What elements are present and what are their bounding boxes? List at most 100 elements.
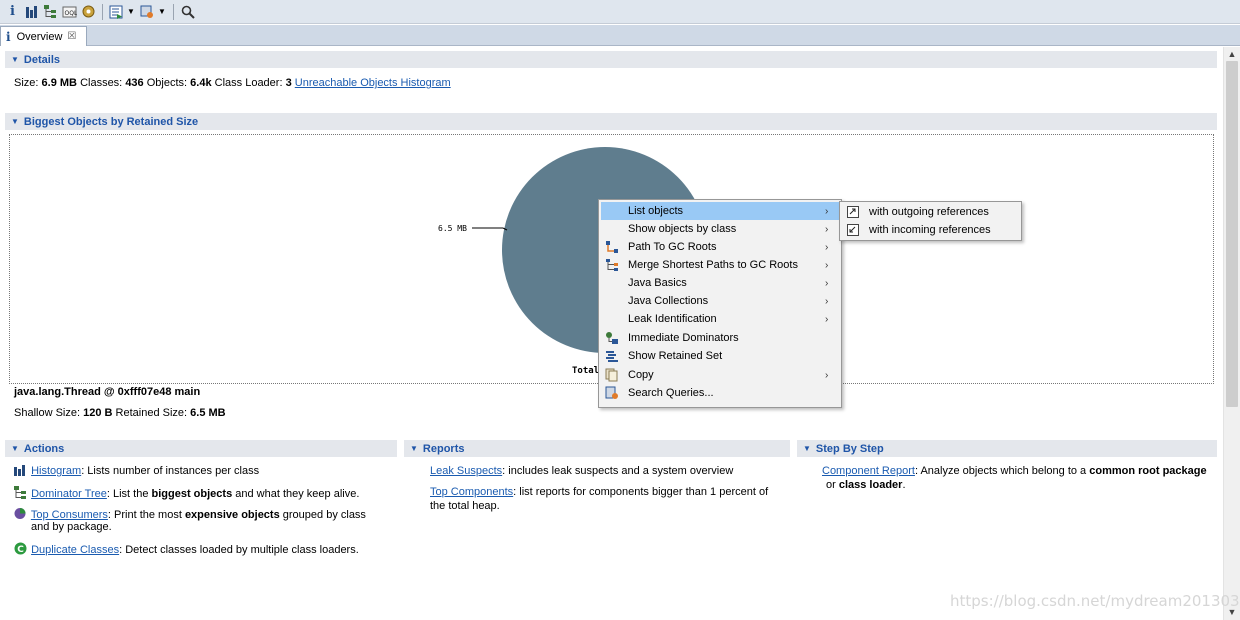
- biggest-objects-section-header[interactable]: ▼ Biggest Objects by Retained Size: [5, 113, 1217, 130]
- menu-item-java-collections[interactable]: Java Collections ›: [601, 292, 839, 310]
- section-title: Step By Step: [815, 442, 884, 455]
- details-section-header[interactable]: ▼ Details: [5, 51, 1217, 68]
- menu-item-path-to-gc-roots[interactable]: Path To GC Roots ›: [601, 238, 839, 256]
- dominator-tree-icon[interactable]: [42, 3, 59, 21]
- submenu-arrow-icon: ›: [825, 241, 829, 253]
- section-title: Reports: [422, 442, 465, 455]
- submenu-arrow-icon: ›: [825, 223, 829, 235]
- menu-item-java-basics[interactable]: Java Basics ›: [601, 274, 839, 292]
- action-duplicate-classes: C Duplicate Classes: Detect classes load…: [14, 542, 359, 558]
- submenu-arrow-icon: ›: [825, 259, 829, 271]
- blank-icon: [604, 275, 620, 291]
- action-dominator-tree: Dominator Tree: List the biggest objects…: [14, 486, 359, 502]
- leak-suspects-link[interactable]: Leak Suspects: [430, 465, 502, 477]
- classes-value: 436: [125, 77, 144, 89]
- selected-object-sizes: Shallow Size: 120 B Retained Size: 6.5 M…: [14, 407, 226, 419]
- scroll-up-icon[interactable]: ▲: [1224, 47, 1240, 61]
- submenu-arrow-icon: ›: [825, 369, 829, 381]
- menu-item-leak-identification[interactable]: Leak Identification ›: [601, 310, 839, 328]
- info-icon: i: [6, 29, 11, 44]
- submenu-arrow-icon: ›: [825, 295, 829, 307]
- submenu-arrow-icon: ›: [825, 313, 829, 325]
- action-top-consumers-line2: and by package.: [31, 521, 112, 533]
- action-histogram: Histogram: Lists number of instances per…: [14, 465, 259, 479]
- retained-set-icon: [604, 348, 620, 364]
- oql-icon[interactable]: OQL: [61, 3, 78, 21]
- dominators-icon: [604, 330, 620, 346]
- svg-text:OQL: OQL: [65, 10, 78, 17]
- duplicate-classes-link[interactable]: Duplicate Classes: [31, 544, 119, 556]
- path-icon: [604, 239, 620, 255]
- top-consumers-link[interactable]: Top Consumers: [31, 509, 108, 521]
- blank-icon: [604, 311, 620, 327]
- list-objects-submenu: with outgoing references with incoming r…: [839, 201, 1022, 241]
- submenu-arrow-icon: ›: [825, 205, 829, 217]
- top-consumers-icon: [14, 507, 28, 523]
- unreachable-objects-link[interactable]: Unreachable Objects Histogram: [295, 77, 451, 89]
- histogram-icon: [14, 465, 28, 479]
- section-title: Actions: [23, 442, 65, 455]
- dominator-tree-icon: [14, 486, 28, 502]
- blank-icon: [604, 221, 620, 237]
- tab-label: Overview: [16, 30, 63, 43]
- section-title: Details: [23, 53, 60, 66]
- actions-section-header[interactable]: ▼ Actions: [5, 440, 397, 457]
- objects-value: 6.4k: [190, 77, 212, 89]
- report-top-components: Top Components: list reports for compone…: [430, 486, 769, 498]
- query-browser-icon[interactable]: [139, 3, 156, 21]
- context-menu: List objects › Show objects by class › P…: [598, 199, 842, 408]
- vertical-scrollbar[interactable]: ▲ ▼: [1223, 47, 1240, 620]
- tab-overview[interactable]: i Overview ☒: [0, 26, 87, 46]
- top-components-link[interactable]: Top Components: [430, 486, 513, 498]
- reports-section-header[interactable]: ▼ Reports: [404, 440, 790, 457]
- submenu-arrow-icon: ›: [825, 277, 829, 289]
- menu-item-show-objects-by-class[interactable]: Show objects by class ›: [601, 220, 839, 238]
- report-leak-suspects: Leak Suspects: includes leak suspects an…: [430, 465, 734, 477]
- scroll-thumb[interactable]: [1226, 61, 1238, 407]
- search-queries-icon: [604, 385, 620, 401]
- outgoing-icon: [845, 204, 861, 220]
- slice-label: 6.5 MB: [438, 224, 467, 233]
- duplicate-classes-icon: C: [14, 542, 28, 558]
- menu-item-outgoing-references[interactable]: with outgoing references: [842, 203, 1021, 221]
- run-report-dropdown-icon[interactable]: ▼: [127, 3, 135, 21]
- collapse-arrow-icon: ▼: [11, 117, 19, 126]
- menu-item-incoming-references[interactable]: with incoming references: [842, 221, 1021, 239]
- step-component-report: Component Report: Analyze objects which …: [822, 465, 1207, 477]
- heap-dump-overview-icon[interactable]: [80, 3, 97, 21]
- total-label: Total: [572, 366, 599, 376]
- menu-item-merge-shortest-paths[interactable]: Merge Shortest Paths to GC Roots ›: [601, 256, 839, 274]
- run-report-icon[interactable]: [108, 3, 125, 21]
- details-summary: Size: 6.9 MB Classes: 436 Objects: 6.4k …: [14, 77, 451, 89]
- info-icon[interactable]: i: [4, 3, 21, 21]
- collapse-arrow-icon: ▼: [11, 444, 19, 453]
- blank-icon: [604, 203, 620, 219]
- copy-icon: [604, 367, 620, 383]
- selected-object-name: java.lang.Thread @ 0xfff07e48 main: [14, 386, 201, 398]
- toolbar-separator: [173, 3, 174, 20]
- menu-item-list-objects[interactable]: List objects ›: [601, 202, 839, 220]
- section-title: Biggest Objects by Retained Size: [23, 115, 199, 128]
- dominator-tree-link[interactable]: Dominator Tree: [31, 488, 107, 500]
- component-report-link[interactable]: Component Report: [822, 465, 915, 477]
- menu-item-copy[interactable]: Copy ›: [601, 366, 839, 384]
- menu-item-show-retained-set[interactable]: Show Retained Set: [601, 347, 839, 365]
- step-by-step-section-header[interactable]: ▼ Step By Step: [797, 440, 1217, 457]
- report-top-components-line2: the total heap.: [430, 500, 500, 512]
- step-component-report-line2: or class loader.: [826, 479, 906, 491]
- toolbar-separator: [102, 3, 103, 20]
- collapse-arrow-icon: ▼: [11, 55, 19, 64]
- histogram-link[interactable]: Histogram: [31, 465, 81, 477]
- size-value: 6.9 MB: [41, 77, 77, 89]
- collapse-arrow-icon: ▼: [410, 444, 418, 453]
- incoming-icon: [845, 222, 861, 238]
- watermark: https://blog.csdn.net/mydream20130314: [950, 592, 1240, 610]
- menu-item-immediate-dominators[interactable]: Immediate Dominators: [601, 329, 839, 347]
- menu-item-search-queries[interactable]: Search Queries...: [601, 384, 839, 402]
- query-browser-dropdown-icon[interactable]: ▼: [158, 3, 166, 21]
- close-icon[interactable]: ☒: [67, 31, 76, 42]
- blank-icon: [604, 293, 620, 309]
- histogram-icon[interactable]: [23, 3, 40, 21]
- editor-tab-strip: i Overview ☒: [0, 25, 1240, 46]
- search-icon[interactable]: [179, 3, 196, 21]
